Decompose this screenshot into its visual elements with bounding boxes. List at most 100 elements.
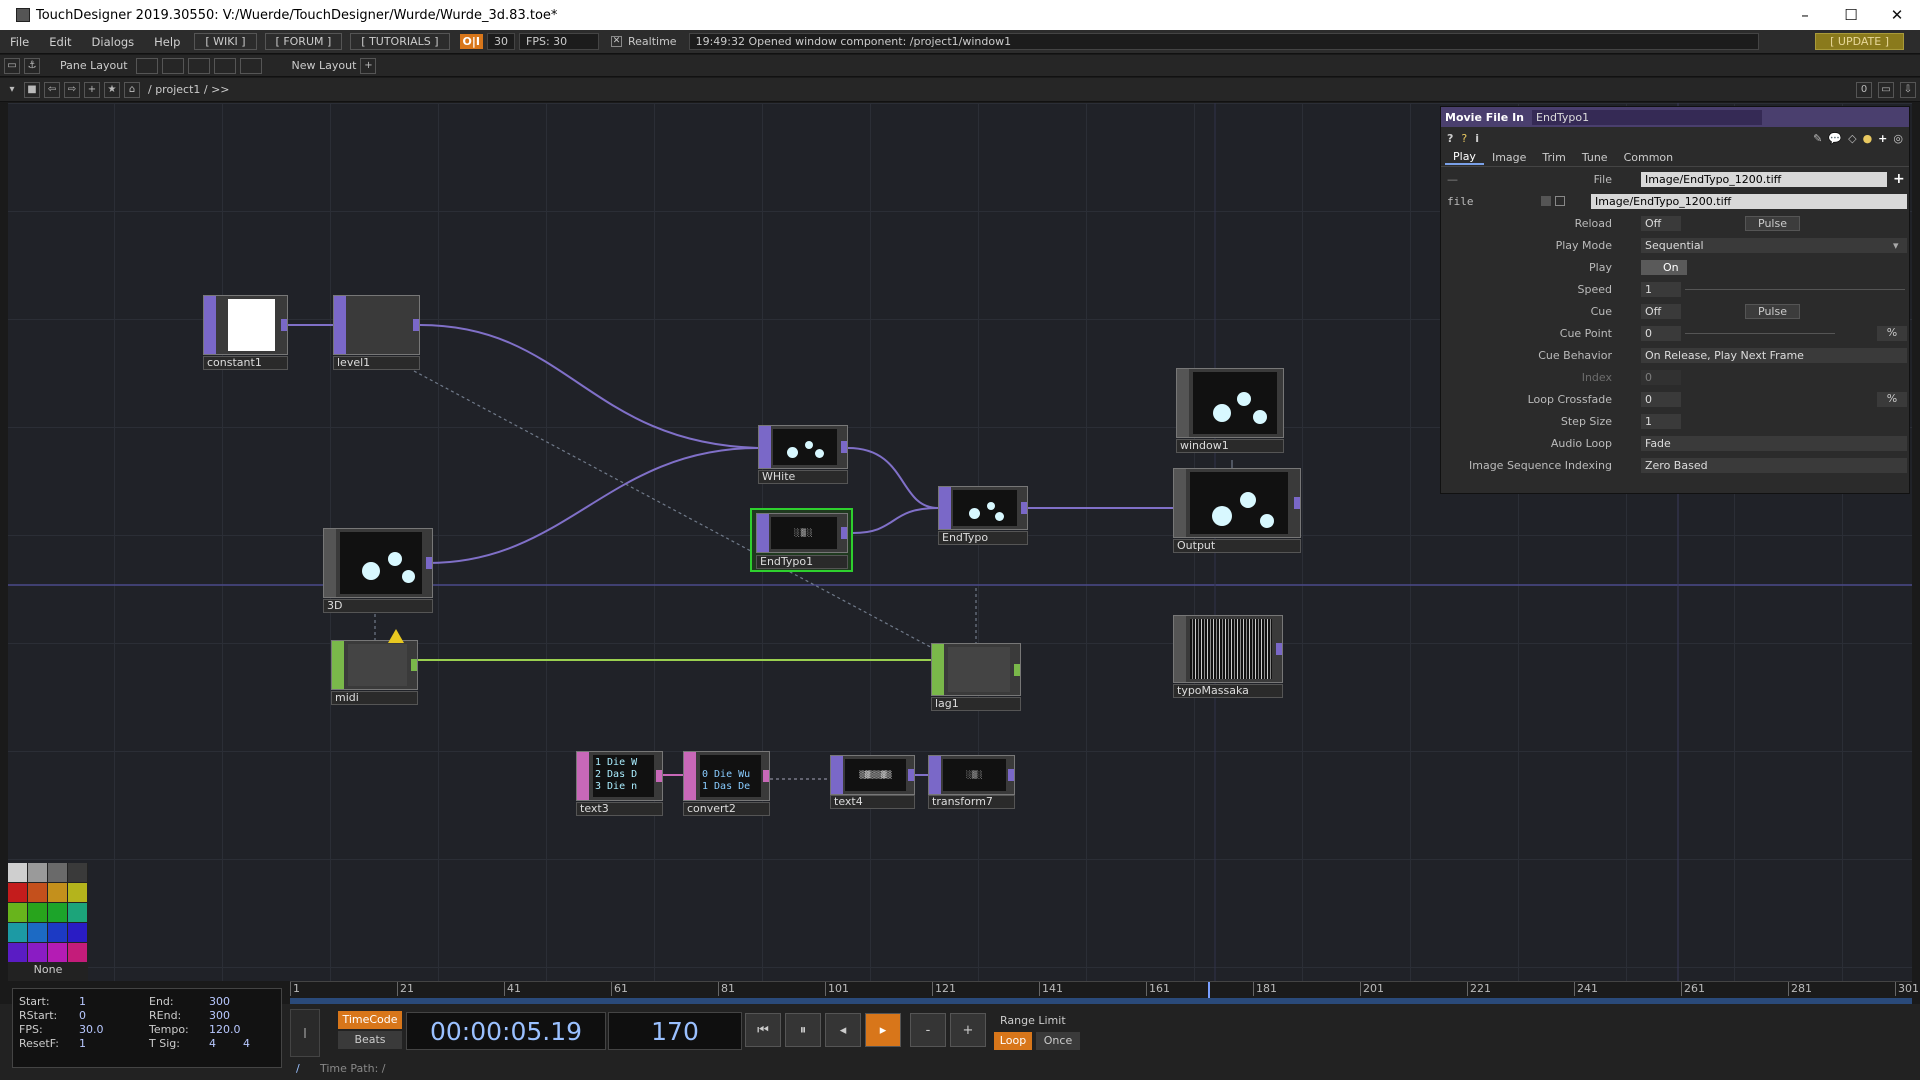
window-icon[interactable]: ▭: [1878, 81, 1894, 98]
color-swatch[interactable]: [28, 863, 47, 882]
param-play-value[interactable]: On: [1641, 260, 1687, 275]
step-plus-button[interactable]: +: [950, 1013, 986, 1047]
color-swatch[interactable]: [8, 863, 27, 882]
minimize-button[interactable]: –: [1782, 0, 1828, 30]
cue-pulse-button[interactable]: Pulse: [1745, 304, 1800, 319]
realtime-checkbox[interactable]: ✕: [611, 36, 622, 47]
step-back-button[interactable]: ◂: [825, 1013, 861, 1047]
param-reload-value[interactable]: Off: [1641, 216, 1681, 231]
rewind-button[interactable]: ⏮: [745, 1013, 781, 1047]
fps-target-field[interactable]: 30: [487, 33, 515, 50]
color-swatch[interactable]: [68, 923, 87, 942]
param-audioloop-value[interactable]: Fade: [1641, 436, 1907, 451]
python-icon[interactable]: ●: [1863, 132, 1873, 145]
node-white[interactable]: [758, 425, 848, 469]
node-text3[interactable]: 1 Die W 2 Das D 3 Die n: [576, 751, 663, 801]
forum-button[interactable]: [ FORUM ]: [264, 33, 343, 50]
tsig-b-value[interactable]: 4: [243, 1037, 250, 1050]
help-icon[interactable]: ?: [1447, 132, 1453, 145]
param-playmode-value[interactable]: Sequential: [1641, 238, 1907, 253]
param-cue-value[interactable]: Off: [1641, 304, 1681, 319]
node-window1[interactable]: [1176, 368, 1284, 438]
param-imgseq-value[interactable]: Zero Based: [1641, 458, 1907, 473]
tempo-value[interactable]: 120.0: [209, 1023, 241, 1036]
file-edit-icon[interactable]: [1555, 196, 1565, 206]
layout-triple-icon[interactable]: [187, 57, 210, 74]
pin-icon[interactable]: ⇩: [1900, 81, 1916, 98]
param-op-name[interactable]: EndTypo1: [1532, 109, 1763, 125]
tab-tune[interactable]: Tune: [1574, 151, 1616, 164]
end-value[interactable]: 300: [209, 995, 230, 1008]
color-swatch[interactable]: [28, 923, 47, 942]
wiki-button[interactable]: [ WIKI ]: [194, 33, 257, 50]
tab-common[interactable]: Common: [1616, 151, 1682, 164]
node-transform7[interactable]: ░▒░: [928, 755, 1015, 795]
param-loopcrossfade-value[interactable]: 0: [1641, 392, 1681, 407]
home-icon[interactable]: ⌂: [124, 81, 140, 98]
tutorials-button[interactable]: [ TUTORIALS ]: [350, 33, 450, 50]
tab-trim[interactable]: Trim: [1534, 151, 1573, 164]
zero-button[interactable]: 0: [1856, 81, 1872, 98]
edit-icon[interactable]: ✎: [1813, 132, 1822, 145]
speed-slider[interactable]: [1685, 289, 1905, 290]
chevron-down-icon[interactable]: ▾: [4, 82, 20, 98]
param-speed-value[interactable]: 1: [1641, 282, 1681, 297]
timecode-display[interactable]: 00:00:05.19: [406, 1012, 606, 1050]
pause-button[interactable]: ⏸: [785, 1013, 821, 1047]
tab-image[interactable]: Image: [1484, 151, 1534, 164]
info-icon[interactable]: i: [1475, 132, 1479, 145]
node-midi[interactable]: [331, 640, 418, 690]
color-swatch[interactable]: [8, 903, 27, 922]
network-path[interactable]: / project1 / >>: [148, 83, 230, 96]
close-button[interactable]: ✕: [1874, 0, 1920, 30]
update-button[interactable]: [ UPDATE ]: [1815, 33, 1904, 50]
stop-icon[interactable]: ■: [24, 81, 40, 98]
layout-split-icon[interactable]: [161, 57, 184, 74]
color-swatch[interactable]: [68, 863, 87, 882]
back-icon[interactable]: ⇦: [44, 81, 60, 98]
rstart-value[interactable]: 0: [79, 1009, 86, 1022]
loopcrossfade-unit[interactable]: %: [1877, 392, 1907, 407]
reload-pulse-button[interactable]: Pulse: [1745, 216, 1800, 231]
color-swatch[interactable]: [48, 883, 67, 902]
menu-dialogs[interactable]: Dialogs: [82, 35, 145, 49]
node-typomassaka[interactable]: [1173, 615, 1283, 683]
beats-button[interactable]: Beats: [338, 1031, 402, 1049]
add-icon[interactable]: +: [84, 81, 100, 98]
resetf-value[interactable]: 1: [79, 1037, 86, 1050]
cuepoint-unit[interactable]: %: [1877, 326, 1907, 341]
node-3d[interactable]: [323, 528, 433, 598]
palette-none-label[interactable]: None: [8, 963, 88, 976]
target-icon[interactable]: ◎: [1893, 132, 1903, 145]
file-add-icon[interactable]: +: [1893, 171, 1905, 187]
add-layout-button[interactable]: +: [360, 57, 377, 74]
node-level1[interactable]: [333, 295, 420, 355]
start-value[interactable]: 1: [79, 995, 86, 1008]
color-swatch[interactable]: [28, 903, 47, 922]
node-text4[interactable]: ▒▓▒▒▓▒: [830, 755, 915, 795]
node-convert2[interactable]: 0 Die Wu 1 Das De: [683, 751, 770, 801]
maximize-button[interactable]: ☐: [1828, 0, 1874, 30]
color-swatch[interactable]: [8, 923, 27, 942]
color-swatch[interactable]: [68, 943, 87, 962]
color-swatch[interactable]: [68, 883, 87, 902]
node-output[interactable]: [1173, 468, 1301, 538]
frame-display[interactable]: 170: [608, 1012, 742, 1050]
node-endtypo[interactable]: [938, 486, 1028, 530]
comment-icon[interactable]: 💬: [1828, 132, 1842, 145]
color-swatch[interactable]: [28, 883, 47, 902]
color-swatch[interactable]: [48, 923, 67, 942]
menu-file[interactable]: File: [0, 35, 39, 49]
collapse-icon[interactable]: —: [1447, 173, 1458, 186]
play-button[interactable]: ▸: [865, 1013, 901, 1047]
network-icon[interactable]: ⚓: [24, 57, 40, 74]
tsig-a-value[interactable]: 4: [209, 1037, 216, 1050]
layout-grid-icon[interactable]: [239, 57, 262, 74]
param-stepsize-value[interactable]: 1: [1641, 414, 1681, 429]
param-file-sub-value[interactable]: Image/EndTypo_1200.tiff: [1591, 194, 1907, 209]
time-slider-toggle[interactable]: ǀ: [290, 1009, 320, 1057]
rend-value[interactable]: 300: [209, 1009, 230, 1022]
color-swatch[interactable]: [8, 943, 27, 962]
menu-help[interactable]: Help: [144, 35, 190, 49]
param-cuebehavior-value[interactable]: On Release, Play Next Frame: [1641, 348, 1907, 363]
